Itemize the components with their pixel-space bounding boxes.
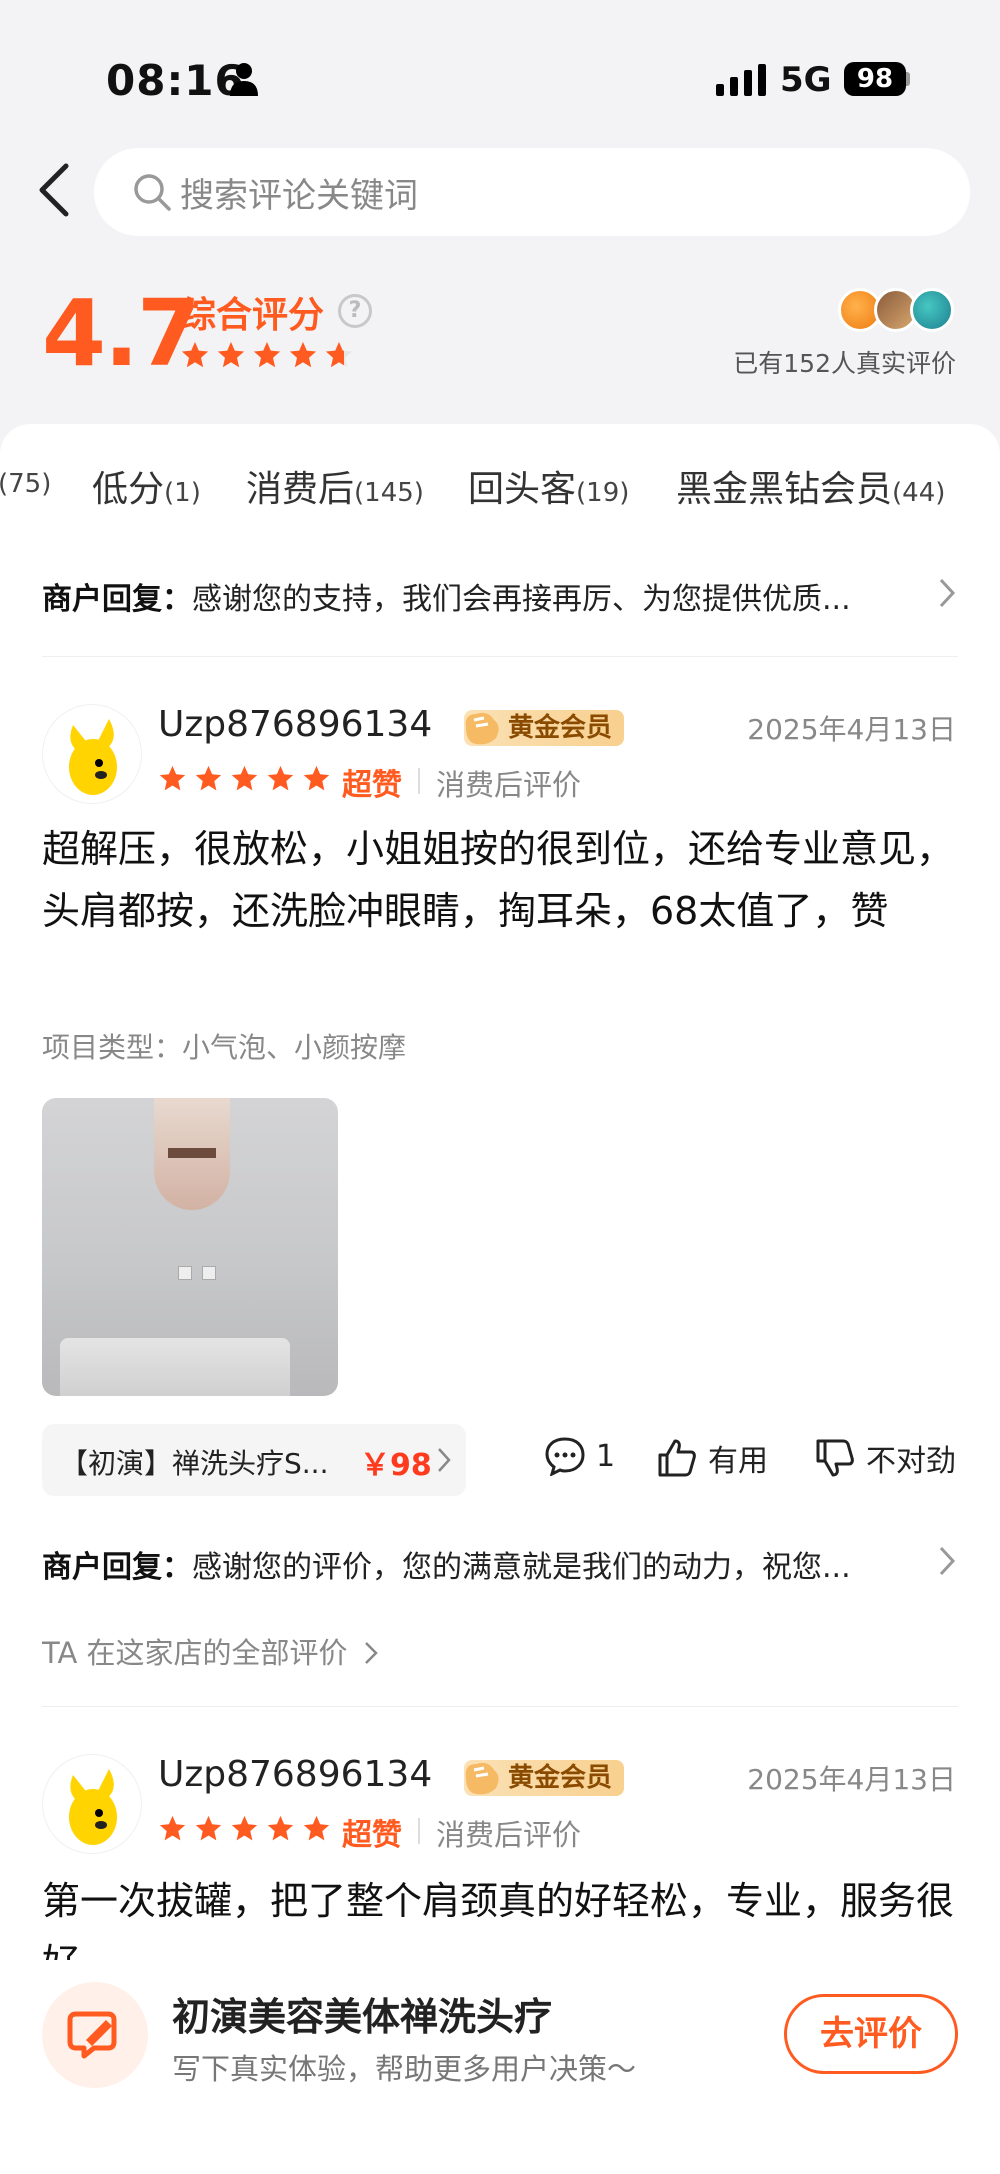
thumbs-up-icon: [658, 1439, 696, 1477]
star-icon: [159, 1815, 186, 1841]
reply-prefix: 商户回复：: [42, 1550, 192, 1585]
user-name[interactable]: Uzp876896134: [158, 704, 432, 745]
review-photo[interactable]: [42, 1098, 338, 1396]
reviews-panel: (75) 低分(1) 消费后(145) 回头客(19) 黑金黑钻会员(44) 商…: [0, 424, 1000, 1984]
star-icon: [231, 1815, 258, 1841]
chevron-right-icon: [438, 1448, 451, 1472]
fist-icon: [465, 712, 499, 745]
search-input[interactable]: 搜索评论关键词: [180, 168, 418, 217]
not-right-button[interactable]: 不对劲: [814, 1436, 956, 1480]
battery-tip: [906, 72, 910, 86]
bed-image: [60, 1338, 290, 1396]
battery-icon: 98: [844, 62, 906, 96]
star-icon: [267, 765, 294, 791]
rating-label: 超赞: [342, 1818, 402, 1853]
reply-prefix: 商户回复：: [42, 582, 192, 617]
status-time: 08:16: [106, 56, 245, 105]
write-review-button[interactable]: 去评价: [784, 1994, 958, 2074]
filter-tabs: (75) 低分(1) 消费后(145) 回头客(19) 黑金黑钻会员(44): [0, 460, 1000, 520]
tab-repeat-customer[interactable]: 回头客(19): [468, 460, 629, 512]
overall-score: 4.7: [42, 280, 201, 387]
merchant-reply[interactable]: 商户回复：感谢您的支持，我们会再接再厉、为您提供优质...: [42, 574, 958, 618]
useful-label: 有用: [708, 1444, 768, 1479]
separator: [418, 1818, 420, 1844]
star-icon: [181, 341, 209, 368]
tab-low-score[interactable]: 低分(1): [92, 460, 201, 512]
review-date: 2025年4月13日: [747, 713, 956, 746]
star-icon: [303, 765, 330, 791]
all-reviews-link[interactable]: TA 在这家店的全部评价: [42, 1630, 379, 1672]
tab-filter[interactable]: (75): [0, 460, 51, 501]
write-review-bar: 初演美容美体禅洗头疗 写下真实体验，帮助更多用户决策～ 去评价: [0, 1960, 1000, 2174]
user-avatar[interactable]: [42, 1754, 142, 1854]
reply-text: 感谢您的评价，您的满意就是我们的动力，祝您...: [192, 1550, 851, 1585]
tab-black-gold-member[interactable]: 黑金黑钻会员(44): [676, 460, 945, 512]
person-icon: [230, 63, 258, 96]
review-stars: [158, 764, 331, 793]
bunny-avatar-icon: [69, 719, 117, 795]
signal-icon: [716, 64, 766, 96]
review-stars: [158, 1814, 331, 1843]
score-label: 综合评分: [180, 295, 325, 336]
fist-icon: [465, 1762, 499, 1795]
real-review-count: 已有152人真实评价: [733, 349, 956, 378]
product-chip[interactable]: 【初演】禅洗头疗S... ￥98: [42, 1424, 466, 1496]
chevron-right-icon: [939, 578, 956, 608]
review-text[interactable]: 超解压，很放松，小姐姐按的很到位，还给专业意见，头肩都按，还洗脸冲眼睛，掏耳朵，…: [42, 818, 958, 942]
product-name: 【初演】禅洗头疗S...: [60, 1447, 329, 1480]
review-date: 2025年4月13日: [747, 1763, 956, 1796]
star-icon: [289, 341, 317, 368]
reviewer-avatars: [838, 288, 958, 332]
write-review-icon: [42, 1982, 148, 2088]
star-icon: [195, 1815, 222, 1841]
reply-text: 感谢您的支持，我们会再接再厉、为您提供优质...: [192, 582, 851, 617]
star-icon: [159, 765, 186, 791]
product-price: ￥98: [360, 1448, 432, 1483]
gold-member-badge: 黄金会员: [464, 1760, 625, 1796]
star-icon: [195, 765, 222, 791]
useful-button[interactable]: 有用: [656, 1436, 768, 1480]
status-bar: 08:16 5G 98: [0, 0, 1000, 150]
help-icon[interactable]: ?: [338, 294, 372, 328]
gold-member-badge: 黄金会员: [464, 710, 625, 746]
review-type: 消费后评价: [436, 1818, 582, 1852]
search-bar[interactable]: 搜索评论关键词: [94, 148, 970, 236]
item-type: 项目类型：小气泡、小颜按摩: [42, 1031, 407, 1064]
star-icon: [231, 765, 258, 791]
rating-label: 超赞: [342, 768, 402, 803]
tab-after-purchase[interactable]: 消费后(145): [246, 460, 424, 512]
merchant-reply[interactable]: 商户回复：感谢您的评价，您的满意就是我们的动力，祝您...: [42, 1542, 958, 1586]
not-right-label: 不对劲: [866, 1444, 956, 1479]
shop-name: 初演美容美体禅洗头疗: [172, 1995, 553, 2039]
separator: [418, 768, 420, 794]
wall-switch: [202, 1266, 216, 1280]
write-review-hint: 写下真实体验，帮助更多用户决策～: [172, 2052, 637, 2086]
network-label: 5G: [780, 60, 832, 100]
review-type: 消费后评价: [436, 768, 582, 802]
star-icon: [325, 341, 353, 368]
chevron-right-icon: [939, 1546, 956, 1576]
user-avatar[interactable]: [42, 704, 142, 804]
star-icon: [253, 341, 281, 368]
bunny-avatar-icon: [69, 1769, 117, 1845]
chevron-right-icon: [364, 1642, 378, 1664]
back-arrow-icon[interactable]: [30, 160, 80, 220]
star-icon: [303, 1815, 330, 1841]
comment-count: 1: [596, 1438, 616, 1474]
star-icon: [217, 341, 245, 368]
user-name[interactable]: Uzp876896134: [158, 1754, 432, 1795]
divider: [42, 656, 958, 657]
comment-button[interactable]: 1: [544, 1436, 615, 1476]
wall-switch: [178, 1266, 192, 1280]
search-icon: [134, 174, 171, 211]
comment-icon: [545, 1437, 585, 1476]
star-icon: [267, 1815, 294, 1841]
thumbs-down-icon: [816, 1439, 854, 1477]
divider: [42, 1706, 958, 1707]
avatar: [910, 288, 954, 332]
poster-image: [154, 1098, 230, 1210]
summary-stars: [180, 340, 354, 370]
